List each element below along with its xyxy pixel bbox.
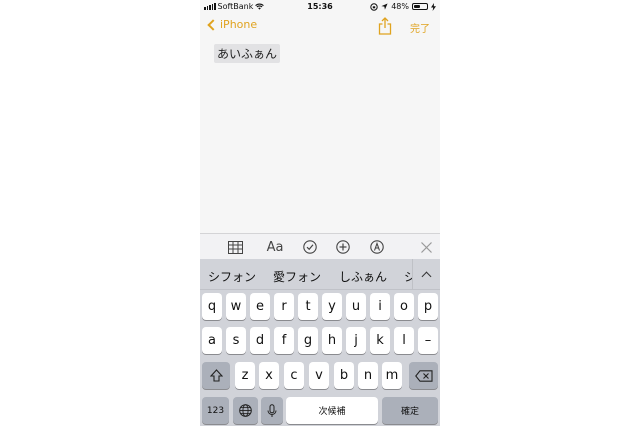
done-button[interactable]: 完了 [410, 20, 430, 35]
candidate-1[interactable]: 愛フォン [273, 268, 321, 285]
charging-icon [431, 2, 436, 11]
phone-screen: SoftBank 15:36 48% iPhone 完了 あいふぁん Aa シフ… [200, 0, 440, 426]
note-text-marked[interactable]: あいふぁん [214, 44, 281, 63]
key-f[interactable]: f [274, 327, 294, 354]
back-label: iPhone [220, 18, 258, 31]
key-d[interactable]: d [250, 327, 270, 354]
key-z[interactable]: z [235, 362, 255, 389]
table-icon[interactable] [226, 238, 244, 256]
numbers-key[interactable]: 123 [202, 397, 229, 424]
candidate-0[interactable]: シフォン [208, 268, 256, 285]
key-j[interactable]: j [346, 327, 366, 354]
key-n[interactable]: n [358, 362, 378, 389]
expand-candidates-button[interactable] [412, 259, 440, 290]
confirm-key[interactable]: 確定 [382, 397, 438, 424]
next-candidate-key[interactable]: 次候補 [286, 397, 378, 424]
key-l[interactable]: l [394, 327, 414, 354]
key-w[interactable]: w [226, 293, 246, 320]
shift-icon [209, 369, 223, 382]
battery-icon [412, 3, 428, 10]
key-t[interactable]: t [298, 293, 318, 320]
back-button[interactable]: iPhone [206, 18, 257, 31]
status-right: 48% [370, 2, 436, 11]
chevron-up-icon [421, 271, 432, 282]
key-a[interactable]: a [202, 327, 222, 354]
key-r[interactable]: r [274, 293, 294, 320]
key-u[interactable]: u [346, 293, 366, 320]
key-y[interactable]: y [322, 293, 342, 320]
backspace-icon [414, 369, 433, 382]
key-dash[interactable]: – [418, 327, 438, 354]
nav-bar: iPhone 完了 [200, 14, 440, 40]
sketch-icon[interactable] [368, 238, 386, 256]
key-p[interactable]: p [418, 293, 438, 320]
rotation-lock-icon [370, 2, 378, 11]
key-s[interactable]: s [226, 327, 246, 354]
checklist-icon[interactable] [301, 238, 319, 256]
globe-key[interactable] [233, 397, 258, 424]
candidate-2[interactable]: しふぁん [339, 268, 387, 285]
candidate-3[interactable]: シ [404, 268, 412, 285]
globe-icon [239, 404, 252, 417]
format-toolbar: Aa [200, 233, 440, 259]
dictation-key[interactable] [261, 397, 283, 424]
keyboard: シフォン 愛フォン しふぁん シ q w e r t y u i o p a s… [200, 259, 440, 426]
key-q[interactable]: q [202, 293, 222, 320]
key-g[interactable]: g [298, 327, 318, 354]
share-icon[interactable] [378, 17, 392, 35]
delete-key[interactable] [409, 362, 438, 389]
key-v[interactable]: v [309, 362, 329, 389]
microphone-icon [267, 403, 277, 417]
key-c[interactable]: c [284, 362, 304, 389]
key-e[interactable]: e [250, 293, 270, 320]
location-icon [381, 3, 388, 10]
close-icon[interactable] [417, 238, 435, 256]
add-icon[interactable] [334, 238, 352, 256]
candidate-list: シフォン 愛フォン しふぁん シ [200, 259, 412, 290]
battery-percent: 48% [391, 2, 409, 11]
key-m[interactable]: m [382, 362, 402, 389]
shift-key[interactable] [202, 362, 230, 389]
key-h[interactable]: h [322, 327, 342, 354]
status-bar: SoftBank 15:36 48% [200, 0, 440, 13]
candidate-bar: シフォン 愛フォン しふぁん シ [200, 259, 440, 290]
key-k[interactable]: k [370, 327, 390, 354]
text-format-icon[interactable]: Aa [264, 238, 286, 256]
key-i[interactable]: i [370, 293, 390, 320]
key-x[interactable]: x [259, 362, 279, 389]
key-b[interactable]: b [334, 362, 354, 389]
key-o[interactable]: o [394, 293, 414, 320]
chevron-left-icon [207, 18, 219, 31]
